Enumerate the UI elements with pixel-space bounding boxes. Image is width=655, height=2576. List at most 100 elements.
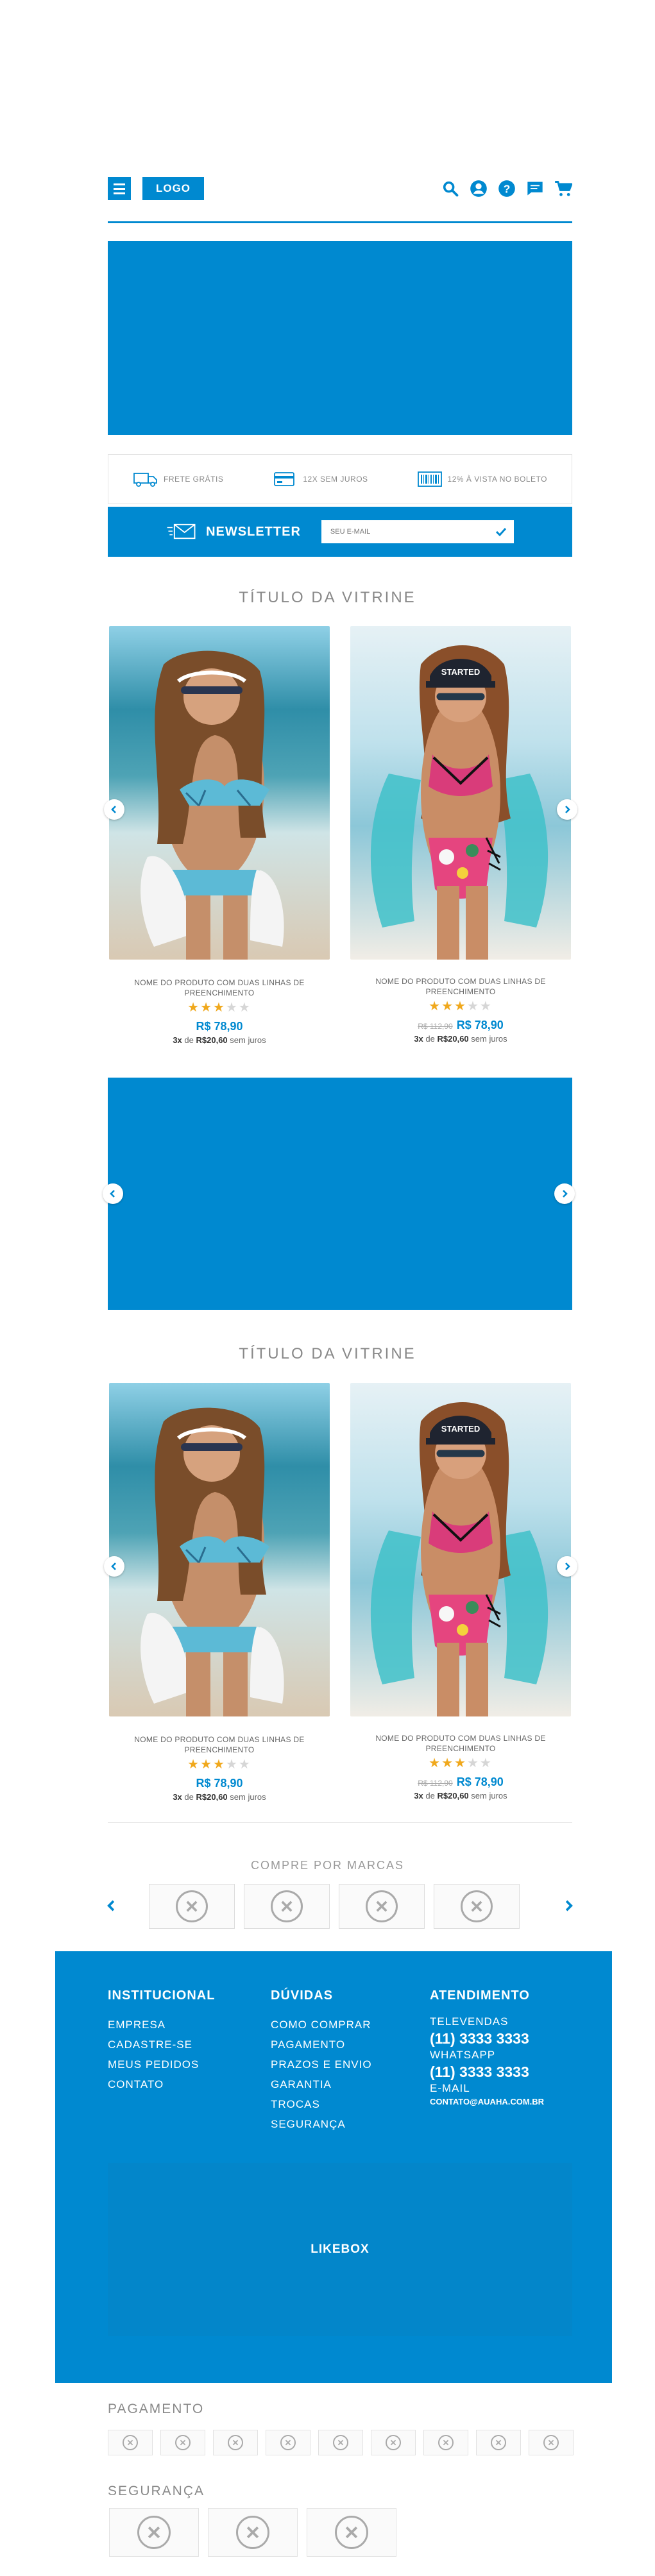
product-image[interactable] [109, 1383, 330, 1716]
product-price: R$ 78,90 [196, 1777, 243, 1790]
brand-logo[interactable] [434, 1884, 520, 1929]
star-icon: ★ [429, 1756, 442, 1770]
payment-placeholder-icon [543, 2435, 559, 2450]
search-icon[interactable] [441, 180, 459, 198]
chevron-left-icon [111, 806, 116, 813]
brand-logo[interactable] [244, 1884, 330, 1929]
chat-icon[interactable] [526, 180, 544, 198]
payment-placeholder-icon [438, 2435, 454, 2450]
logo[interactable]: LOGO [142, 177, 204, 200]
chevron-left-icon [111, 1563, 116, 1570]
newsletter-title: NEWSLETTER [166, 523, 301, 541]
footer-link[interactable]: PRAZOS E ENVIO [271, 2055, 372, 2074]
carousel-next-button[interactable] [557, 1556, 577, 1577]
installments-count: 3x [173, 1035, 182, 1045]
chevron-right-icon [565, 1563, 570, 1570]
banner-next-button[interactable] [554, 1183, 575, 1204]
footer-link[interactable]: TROCAS [271, 2094, 372, 2114]
installment-value: R$20,60 [437, 1791, 469, 1801]
product-image[interactable]: STARTED [350, 626, 571, 960]
product-name[interactable]: NOME DO PRODUTO COM DUAS LINHAS DE PREEN… [109, 1734, 330, 1755]
product-rating: ★★★★★ [109, 1756, 330, 1772]
brands-next-button[interactable] [562, 1899, 575, 1912]
footer-col-title: ATENDIMENTO [430, 1988, 530, 2003]
footer-link[interactable]: CADASTRE-SE [108, 2035, 215, 2055]
chevron-left-icon [110, 1190, 115, 1198]
brands-prev-button[interactable] [105, 1899, 118, 1912]
product-installments: 3x de R$20,60 sem juros [350, 1034, 571, 1044]
help-icon[interactable]: ? [498, 180, 516, 198]
star-icon: ★ [187, 1001, 201, 1015]
brand-placeholder-icon [461, 1890, 493, 1922]
product-installments: 3x de R$20,60 sem juros [350, 1791, 571, 1801]
payment-method-logo [160, 2430, 205, 2455]
product-rating: ★★★★★ [109, 999, 330, 1015]
carousel-prev-button[interactable] [104, 799, 124, 820]
product-price-row: R$ 78,90 [109, 1020, 330, 1033]
newsletter-submit-button[interactable] [488, 520, 514, 543]
payment-method-logo [266, 2430, 310, 2455]
carousel-next-button[interactable] [557, 799, 577, 820]
cart-icon[interactable] [554, 180, 572, 198]
product-name[interactable]: NOME DO PRODUTO COM DUAS LINHAS DE PREEN… [109, 978, 330, 998]
footer-col-duvidas: DÚVIDAS COMO COMPRAR PAGAMENTO PRAZOS E … [271, 1988, 372, 2134]
product-price-row: R$ 112,90 R$ 78,90 [350, 1019, 571, 1032]
star-icon: ★ [466, 1756, 480, 1770]
security-seal [109, 2508, 199, 2557]
email-address[interactable]: CONTATO@AUAHA.COM.BR [430, 2097, 544, 2106]
hero-banner[interactable] [108, 241, 572, 435]
star-icon: ★ [466, 999, 480, 1013]
payment-methods [108, 2430, 574, 2455]
envelope-icon [167, 523, 196, 539]
promo-banner[interactable] [108, 1078, 572, 1310]
product-image[interactable]: STARTED [350, 1383, 571, 1716]
payment-method-logo [371, 2430, 416, 2455]
payment-method-logo [423, 2430, 468, 2455]
installments-count: 3x [414, 1791, 423, 1801]
product-price: R$ 78,90 [456, 1019, 504, 1031]
footer-link[interactable]: EMPRESA [108, 2015, 215, 2035]
brand-placeholder-icon [176, 1890, 208, 1922]
newsletter-form [321, 520, 514, 543]
product-photo-floral-bikini: STARTED [350, 1383, 571, 1716]
brand-logo[interactable] [149, 1884, 235, 1929]
footer-link[interactable]: SEGURANÇA [271, 2114, 372, 2134]
likebox[interactable]: LIKEBOX [108, 2163, 572, 2336]
product-photo-plaid-bikini [109, 1383, 330, 1716]
product-photo-floral-bikini: STARTED [350, 626, 571, 960]
brand-logo[interactable] [339, 1884, 425, 1929]
payment-placeholder-icon [491, 2435, 506, 2450]
footer-link[interactable]: PAGAMENTO [271, 2035, 372, 2055]
star-icon: ★ [225, 1758, 239, 1772]
star-icon: ★ [238, 1001, 251, 1015]
product-name[interactable]: NOME DO PRODUTO COM DUAS LINHAS DE PREEN… [350, 1733, 571, 1754]
product-price-row: R$ 78,90 [109, 1777, 330, 1790]
user-icon[interactable] [470, 180, 488, 198]
footer-link[interactable]: COMO COMPRAR [271, 2015, 372, 2035]
banner-prev-button[interactable] [103, 1183, 123, 1204]
footer-link[interactable]: MEUS PEDIDOS [108, 2055, 215, 2074]
footer-col-atendimento: ATENDIMENTO TELEVENDAS (11) 3333 3333 WH… [430, 1988, 544, 2106]
installments-sep: de [425, 1034, 435, 1044]
hamburger-menu-button[interactable] [108, 177, 131, 200]
installment-value: R$20,60 [196, 1792, 228, 1802]
security-title: SEGURANÇA [108, 2484, 205, 2498]
installments-count: 3x [173, 1792, 182, 1802]
product-name[interactable]: NOME DO PRODUTO COM DUAS LINHAS DE PREEN… [350, 976, 571, 997]
footer-link[interactable]: GARANTIA [271, 2074, 372, 2094]
product-image[interactable] [109, 626, 330, 960]
newsletter-email-input[interactable] [321, 520, 488, 543]
star-icon: ★ [200, 1758, 214, 1772]
footer-link[interactable]: CONTATO [108, 2074, 215, 2094]
payment-method-logo [476, 2430, 521, 2455]
carousel-prev-button[interactable] [104, 1556, 124, 1577]
site-footer: INSTITUCIONAL EMPRESA CADASTRE-SE MEUS P… [55, 1951, 612, 2383]
payment-placeholder-icon [123, 2435, 138, 2450]
security-seal [208, 2508, 298, 2557]
payment-method-logo [108, 2430, 153, 2455]
security-placeholder-icon [335, 2516, 368, 2549]
whatsapp-phone[interactable]: (11) 3333 3333 [430, 2062, 544, 2081]
vitrine-title: TÍTULO DA VITRINE [239, 589, 416, 606]
televendas-phone[interactable]: (11) 3333 3333 [430, 2029, 544, 2048]
televendas-label: TELEVENDAS [430, 2015, 509, 2028]
